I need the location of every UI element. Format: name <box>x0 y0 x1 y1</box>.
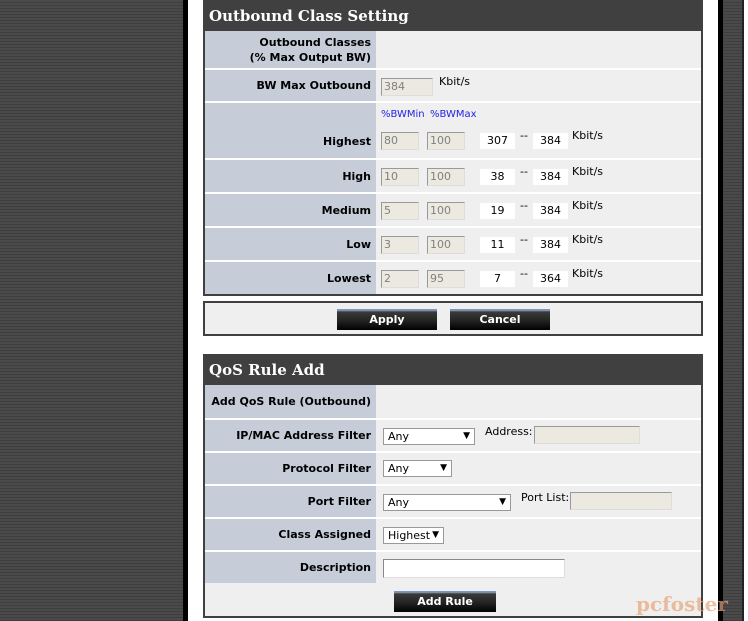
panel-title: QoS Rule Add <box>205 356 701 385</box>
port-filter-label: Port Filter <box>205 486 376 517</box>
description-input[interactable] <box>383 559 565 578</box>
description-label: Description <box>205 552 376 583</box>
kbit-min-value: 307 <box>480 133 515 149</box>
port-list-input[interactable] <box>570 492 672 510</box>
bwmin-input[interactable]: 2 <box>381 270 419 288</box>
bwmax-input[interactable]: 100 <box>427 202 465 220</box>
kbit-max-value: 384 <box>533 133 568 149</box>
right-scroll-strip <box>723 0 742 621</box>
bw-max-input[interactable]: 384 <box>381 78 433 96</box>
apply-button[interactable]: Apply <box>337 309 437 330</box>
ipmac-filter-select[interactable]: Any ▼ <box>383 428 475 445</box>
ipmac-filter-label: IP/MAC Address Filter <box>205 420 376 451</box>
outbound-classes-label: Outbound Classes (% Max Output BW) <box>205 31 376 68</box>
bwmax-input[interactable]: 95 <box>427 270 465 288</box>
kbit-min-value: 11 <box>480 237 515 253</box>
address-label: Address: <box>485 425 533 438</box>
cancel-button[interactable]: Cancel <box>450 309 550 330</box>
kbit-min-value: 19 <box>480 203 515 219</box>
unit-label: Kbit/s <box>572 267 604 280</box>
class-row: Medium 5 100 19 -- 384 Kbit/s <box>205 192 701 226</box>
right-edge <box>742 0 744 621</box>
protocol-filter-select[interactable]: Any ▼ <box>383 460 452 477</box>
unit-label: Kbit/s <box>572 129 604 142</box>
port-list-label: Port List: <box>521 491 570 504</box>
class-row: Low 3 100 11 -- 384 Kbit/s <box>205 226 701 260</box>
dropdown-arrow-icon: ▼ <box>432 530 439 540</box>
outbound-class-panel: Outbound Class Setting Outbound Classes … <box>203 0 703 296</box>
range-dash: -- <box>520 199 528 212</box>
class-label: Highest <box>205 124 376 158</box>
address-input[interactable] <box>534 426 640 444</box>
kbit-max-value: 384 <box>533 237 568 253</box>
bwmin-input[interactable]: 5 <box>381 202 419 220</box>
class-assigned-label: Class Assigned <box>205 519 376 550</box>
bw-max-label: BW Max Outbound <box>205 70 376 101</box>
range-dash: -- <box>520 267 528 280</box>
protocol-filter-label: Protocol Filter <box>205 453 376 484</box>
action-bar: Apply Cancel <box>203 301 703 336</box>
bwmin-input[interactable]: 10 <box>381 168 419 186</box>
bwmax-input[interactable]: 100 <box>427 236 465 254</box>
kbit-max-value: 364 <box>533 271 568 287</box>
range-dash: -- <box>520 165 528 178</box>
kbit-max-value: 384 <box>533 169 568 185</box>
unit-label: Kbit/s <box>572 165 604 178</box>
unit-label: Kbit/s <box>572 233 604 246</box>
left-border <box>183 0 188 621</box>
class-label: Low <box>205 228 376 260</box>
bwmax-header: %BWMax <box>430 109 477 120</box>
bwmin-header: %BWMin <box>381 109 425 120</box>
range-dash: -- <box>520 129 528 142</box>
dropdown-arrow-icon: ▼ <box>440 463 447 473</box>
kbit-max-value: 384 <box>533 203 568 219</box>
class-row: High 10 100 38 -- 384 Kbit/s <box>205 158 701 192</box>
qos-rule-panel: QoS Rule Add Add QoS Rule (Outbound) IP/… <box>203 354 703 618</box>
class-assigned-select[interactable]: Highest ▼ <box>383 527 444 544</box>
unit-label: Kbit/s <box>439 75 471 88</box>
class-row: Lowest 2 95 7 -- 364 Kbit/s <box>205 260 701 294</box>
class-label: Lowest <box>205 262 376 294</box>
unit-label: Kbit/s <box>572 199 604 212</box>
kbit-min-value: 7 <box>480 271 515 287</box>
dropdown-arrow-icon: ▼ <box>463 431 470 441</box>
pcfoster-watermark: pcfoster <box>636 592 728 616</box>
left-background <box>0 0 183 621</box>
range-dash: -- <box>520 233 528 246</box>
class-label: Medium <box>205 194 376 226</box>
class-row: Highest 80 100 307 -- 384 Kbit/s <box>205 124 701 158</box>
class-label: High <box>205 160 376 192</box>
add-qos-label: Add QoS Rule (Outbound) <box>205 385 376 418</box>
port-filter-select[interactable]: Any ▼ <box>383 494 511 511</box>
bwmax-input[interactable]: 100 <box>427 168 465 186</box>
panel-title: Outbound Class Setting <box>205 2 701 31</box>
bwmax-input[interactable]: 100 <box>427 132 465 150</box>
dropdown-arrow-icon: ▼ <box>499 497 506 507</box>
add-rule-button[interactable]: Add Rule <box>394 591 496 612</box>
bwmin-input[interactable]: 3 <box>381 236 419 254</box>
bwmin-input[interactable]: 80 <box>381 132 419 150</box>
kbit-min-value: 38 <box>480 169 515 185</box>
